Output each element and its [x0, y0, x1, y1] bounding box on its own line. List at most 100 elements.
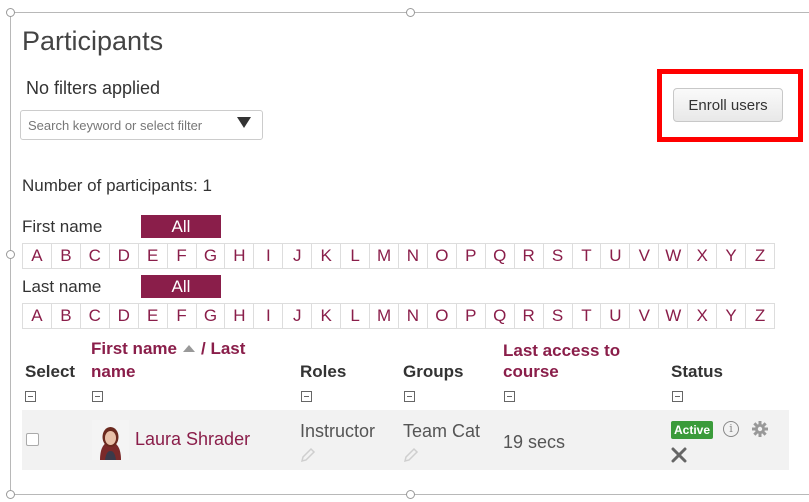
- first-name-letter-link[interactable]: H: [225, 244, 255, 268]
- last-name-letter-link[interactable]: X: [688, 304, 718, 328]
- last-name-letter-link[interactable]: Q: [486, 304, 515, 328]
- header-status: Status: [671, 362, 723, 381]
- first-name-letter-link[interactable]: A: [23, 244, 52, 268]
- header-last-access-course[interactable]: course: [503, 360, 559, 383]
- first-name-letter-link[interactable]: Z: [746, 244, 774, 268]
- last-name-letter-link[interactable]: Y: [717, 304, 747, 328]
- last-access-cell: 19 secs: [503, 432, 566, 452]
- header-last-access[interactable]: Last access to: [503, 339, 620, 362]
- info-icon[interactable]: i: [723, 421, 739, 437]
- first-name-letter-link[interactable]: S: [544, 244, 573, 268]
- last-name-letter-link[interactable]: H: [225, 304, 255, 328]
- participant-count: Number of participants: 1: [22, 176, 212, 195]
- last-name-letter-link[interactable]: S: [544, 304, 573, 328]
- last-name-letter-link[interactable]: M: [370, 304, 399, 328]
- last-name-letters-row: ABCDEFGHIJKLMNOPQRSTUVWXYZ: [22, 303, 775, 329]
- resize-handle-bottom[interactable]: [406, 490, 415, 499]
- first-name-letter-link[interactable]: E: [139, 244, 168, 268]
- first-name-letter-link[interactable]: I: [254, 244, 284, 268]
- first-name-letter-link[interactable]: D: [110, 244, 139, 268]
- last-name-letter-link[interactable]: A: [23, 304, 52, 328]
- first-name-letter-link[interactable]: P: [457, 244, 486, 268]
- first-name-letter-link[interactable]: B: [52, 244, 81, 268]
- header-roles: Roles: [300, 362, 347, 381]
- last-name-letter-link[interactable]: L: [341, 304, 371, 328]
- first-name-letter-link[interactable]: W: [659, 244, 689, 268]
- collapse-icon[interactable]: [25, 391, 36, 402]
- last-name-letter-link[interactable]: N: [399, 304, 428, 328]
- first-name-letter-link[interactable]: X: [688, 244, 718, 268]
- close-icon[interactable]: [671, 447, 687, 463]
- first-name-letter-link[interactable]: V: [630, 244, 660, 268]
- last-name-letter-link[interactable]: C: [81, 304, 110, 328]
- resize-handle-top[interactable]: [406, 8, 415, 17]
- last-name-letter-link[interactable]: I: [254, 304, 284, 328]
- last-name-letter-link[interactable]: P: [457, 304, 486, 328]
- header-separator: /: [200, 339, 206, 358]
- last-name-letter-link[interactable]: E: [139, 304, 168, 328]
- first-name-letter-link[interactable]: K: [312, 244, 342, 268]
- resize-handle-top-left[interactable]: [6, 8, 15, 17]
- gear-icon[interactable]: [751, 420, 769, 438]
- pencil-icon[interactable]: [403, 447, 419, 463]
- status-badge: Active: [671, 421, 714, 439]
- first-name-letter-link[interactable]: M: [370, 244, 399, 268]
- sort-up-icon[interactable]: [182, 344, 195, 352]
- first-name-letter-link[interactable]: O: [428, 244, 457, 268]
- first-name-letter-link[interactable]: J: [283, 244, 313, 268]
- first-name-letter-link[interactable]: Q: [486, 244, 515, 268]
- collapse-icon[interactable]: [504, 391, 515, 402]
- last-name-letter-link[interactable]: B: [52, 304, 81, 328]
- last-name-letter-link[interactable]: D: [110, 304, 139, 328]
- first-name-letter-link[interactable]: T: [573, 244, 602, 268]
- search-filter-box[interactable]: [20, 110, 263, 140]
- last-name-letter-link[interactable]: T: [573, 304, 602, 328]
- last-name-letter-link[interactable]: U: [601, 304, 631, 328]
- search-caret-icon[interactable]: [237, 117, 251, 128]
- last-name-letter-link[interactable]: O: [428, 304, 457, 328]
- last-name-initials-label: Last name: [22, 277, 102, 296]
- role-cell: Instructor: [300, 421, 376, 441]
- collapse-icon[interactable]: [301, 391, 312, 402]
- first-name-letters-row: ABCDEFGHIJKLMNOPQRSTUVWXYZ: [22, 243, 775, 269]
- first-name-letter-link[interactable]: L: [341, 244, 371, 268]
- header-first-name[interactable]: First name: [91, 339, 177, 358]
- first-name-letter-link[interactable]: N: [399, 244, 428, 268]
- collapse-icon[interactable]: [404, 391, 415, 402]
- first-name-letter-link[interactable]: C: [81, 244, 110, 268]
- first-name-initials-label: First name: [22, 217, 103, 236]
- last-name-letter-link[interactable]: R: [515, 304, 544, 328]
- header-groups: Groups: [403, 362, 464, 381]
- last-name-letter-link[interactable]: W: [659, 304, 689, 328]
- last-name-letter-link[interactable]: G: [197, 304, 226, 328]
- row-select-checkbox[interactable]: [26, 433, 39, 446]
- first-name-letter-link[interactable]: Y: [717, 244, 747, 268]
- resize-handle-left[interactable]: [6, 250, 15, 259]
- collapse-icon[interactable]: [92, 391, 103, 402]
- last-name-letter-link[interactable]: K: [312, 304, 342, 328]
- group-cell: Team Cat: [403, 421, 481, 441]
- first-name-letter-link[interactable]: F: [168, 244, 197, 268]
- first-name-all-button[interactable]: All: [141, 215, 221, 238]
- first-name-letter-link[interactable]: U: [601, 244, 631, 268]
- last-name-letter-link[interactable]: V: [630, 304, 660, 328]
- header-select: Select: [25, 362, 76, 381]
- search-input[interactable]: [28, 111, 238, 139]
- collapse-icon[interactable]: [672, 391, 683, 402]
- avatar: [92, 420, 129, 460]
- first-name-letter-link[interactable]: G: [197, 244, 226, 268]
- filter-status: No filters applied: [26, 78, 161, 98]
- first-name-letter-link[interactable]: R: [515, 244, 544, 268]
- last-name-letter-link[interactable]: Z: [746, 304, 774, 328]
- last-name-letter-link[interactable]: J: [283, 304, 313, 328]
- pencil-icon[interactable]: [300, 447, 316, 463]
- last-name-all-button[interactable]: All: [141, 275, 221, 298]
- header-last-name[interactable]: name: [91, 360, 135, 383]
- header-last[interactable]: Last: [210, 339, 245, 358]
- resize-handle-bottom-left[interactable]: [6, 490, 15, 499]
- participant-name-link[interactable]: Laura Shrader: [135, 429, 250, 450]
- header-first-name-sort[interactable]: First name / Last: [91, 337, 245, 360]
- page-title: Participants: [22, 26, 164, 56]
- enroll-users-button[interactable]: Enroll users: [673, 88, 783, 122]
- last-name-letter-link[interactable]: F: [168, 304, 197, 328]
